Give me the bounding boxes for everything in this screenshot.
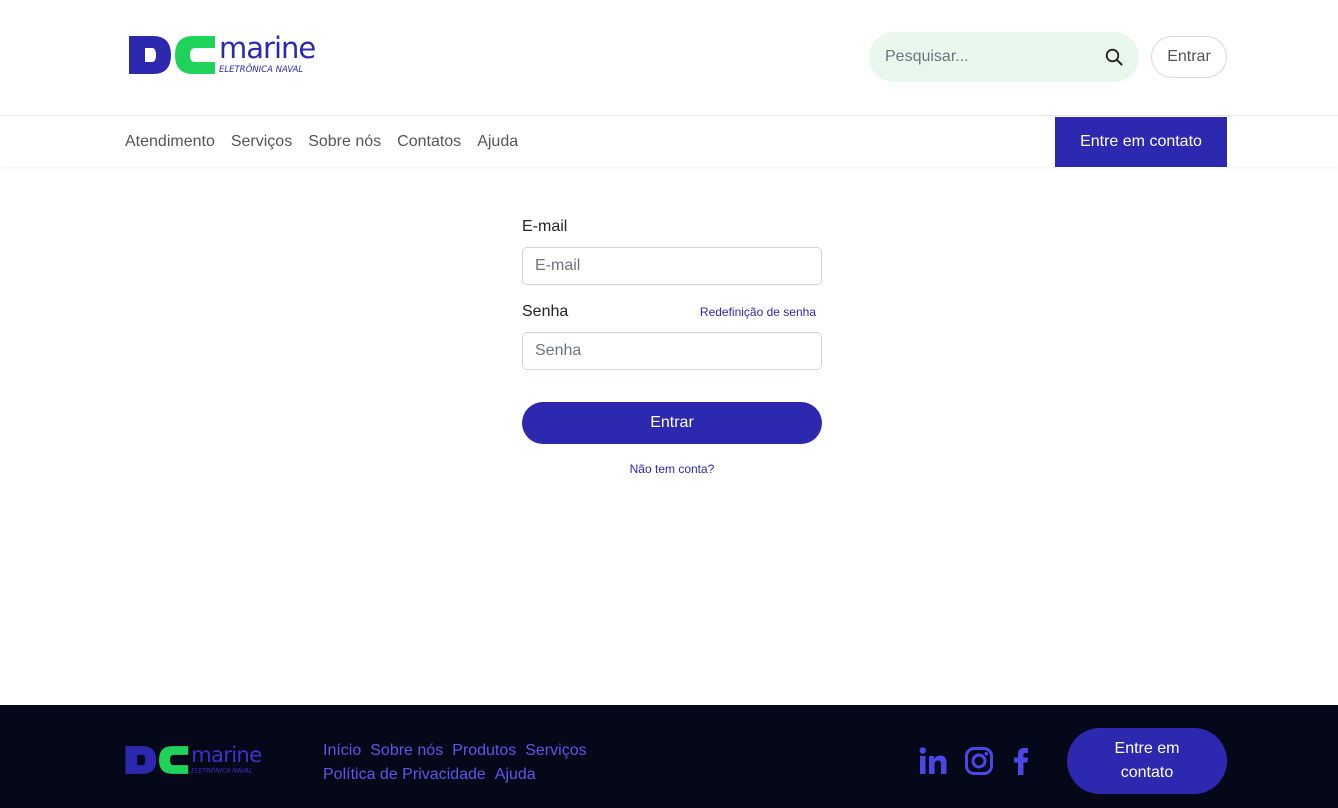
footer: marine ELETRÔNICA NAVAL Início Sobre nós P… bbox=[0, 705, 1338, 808]
footer-link-sobre-nos[interactable]: Sobre nós bbox=[370, 742, 443, 759]
footer-logo-wordmark: marine bbox=[191, 743, 261, 767]
contact-button[interactable]: Entre em contato bbox=[1055, 117, 1227, 167]
footer-logo[interactable]: marine ELETRÔNICA NAVAL bbox=[124, 743, 270, 777]
linkedin-icon[interactable] bbox=[917, 745, 949, 777]
login-form: E-mail Senha Redefinição de senha Entrar… bbox=[522, 218, 822, 476]
top-header: marine ELETRÔNICA NAVAL Entrar bbox=[0, 0, 1338, 116]
login-button[interactable]: Entrar bbox=[1151, 36, 1227, 78]
footer-link-produtos[interactable]: Produtos bbox=[452, 742, 516, 759]
footer-link-privacidade[interactable]: Política de Privacidade bbox=[323, 766, 486, 783]
footer-logo-subtitle: ELETRÔNICA NAVAL bbox=[191, 765, 253, 774]
footer-link-ajuda[interactable]: Ajuda bbox=[495, 766, 536, 783]
submit-login-button[interactable]: Entrar bbox=[522, 402, 822, 444]
search-icon[interactable] bbox=[1105, 48, 1123, 66]
nav-item-sobre-nos[interactable]: Sobre nós bbox=[308, 133, 381, 151]
search-input[interactable] bbox=[885, 48, 1095, 66]
logo-wordmark: marine bbox=[219, 34, 315, 65]
nav-item-servicos[interactable]: Serviços bbox=[231, 133, 292, 151]
email-field[interactable] bbox=[522, 247, 822, 285]
nav-item-ajuda[interactable]: Ajuda bbox=[477, 133, 518, 151]
nav-item-atendimento[interactable]: Atendimento bbox=[125, 133, 215, 151]
reset-password-link[interactable]: Redefinição de senha bbox=[700, 305, 816, 319]
footer-contact-button[interactable]: Entre em contato bbox=[1067, 728, 1227, 794]
main-nav: Atendimento Serviços Sobre nós Contatos … bbox=[0, 117, 1338, 167]
password-field[interactable] bbox=[522, 332, 822, 370]
nav-item-contatos[interactable]: Contatos bbox=[397, 133, 461, 151]
signup-link[interactable]: Não tem conta? bbox=[522, 462, 822, 476]
footer-links: Início Sobre nós Produtos Serviços Política… bbox=[323, 739, 623, 787]
footer-link-servicos[interactable]: Serviços bbox=[525, 742, 586, 759]
footer-link-inicio[interactable]: Início bbox=[323, 742, 361, 759]
logo-subtitle: ELETRÔNICA NAVAL bbox=[219, 63, 303, 75]
dc-marine-logo[interactable]: marine ELETRÔNICA NAVAL bbox=[127, 34, 327, 76]
password-label: Senha bbox=[522, 303, 569, 320]
instagram-icon[interactable] bbox=[963, 745, 995, 777]
facebook-icon[interactable] bbox=[1005, 745, 1037, 777]
email-label: E-mail bbox=[522, 218, 568, 235]
search-box[interactable] bbox=[869, 32, 1139, 82]
